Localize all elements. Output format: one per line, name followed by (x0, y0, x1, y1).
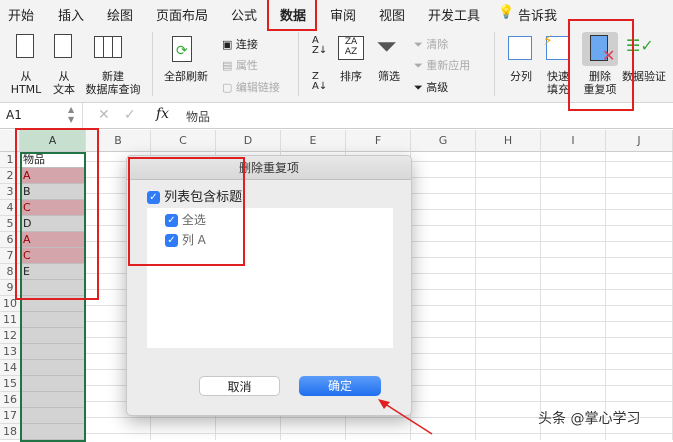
column-header-F[interactable]: F (346, 130, 411, 152)
properties-button[interactable]: ▤ 属性 (222, 57, 258, 73)
name-box-stepper[interactable]: ▲ ▼ (68, 105, 74, 125)
reapply-icon: ⏷ (414, 59, 427, 72)
sort-descending-button[interactable]: Z A↓ (312, 72, 327, 92)
column-header-I[interactable]: I (541, 130, 606, 152)
clear-filter-icon: ⏷ (414, 38, 427, 51)
clear-button[interactable]: ⏷ 清除 (414, 36, 448, 52)
column-header-J[interactable]: J (606, 130, 673, 152)
edit-links-icon: ▢ (222, 81, 236, 94)
lightbulb-icon: 💡 (498, 5, 515, 20)
highlight-column-a (15, 128, 99, 300)
text-to-columns-button[interactable]: 分列 (506, 70, 536, 83)
from-text-button[interactable]: 从文本 (44, 70, 84, 96)
tab-review[interactable]: 审阅 (330, 5, 356, 24)
name-box[interactable]: A1 (6, 108, 22, 122)
row-header-17[interactable]: 17 (0, 408, 20, 424)
label: 新建 (102, 70, 124, 83)
column-header-G[interactable]: G (411, 130, 476, 152)
label: 编辑链接 (235, 81, 280, 94)
highlight-remove-duplicates (568, 19, 634, 111)
sort-icon: ZA AZ (338, 36, 364, 60)
confirm-icon[interactable]: ✓ (124, 107, 136, 123)
divider (298, 32, 299, 96)
divider (152, 32, 153, 96)
tab-page-layout[interactable]: 页面布局 (156, 5, 208, 24)
row-header-15[interactable]: 15 (0, 376, 20, 392)
label: 属性 (235, 59, 258, 72)
new-query-button[interactable]: 新建 数据库查询 (84, 70, 142, 96)
html-file-icon (16, 34, 34, 58)
refresh-icon: ⟳ (172, 36, 192, 62)
column-header-H[interactable]: H (476, 130, 541, 152)
connections-button[interactable]: ▣ 连接 (222, 36, 258, 52)
fx-icon[interactable]: fx (156, 106, 169, 122)
advanced-filter-icon: ⏷ (414, 81, 427, 94)
gridline (475, 152, 476, 440)
column-header-C[interactable]: C (151, 130, 216, 152)
label: 清除 (426, 38, 449, 51)
divider (494, 32, 495, 96)
sort-button[interactable]: 排序 (336, 70, 366, 83)
divider (82, 103, 83, 129)
sort-ascending-button[interactable]: A Z↓ (312, 36, 327, 56)
row-header-13[interactable]: 13 (0, 344, 20, 360)
tab-view[interactable]: 视图 (379, 5, 405, 24)
refresh-all-button[interactable]: 全部刷新 (160, 70, 212, 83)
tab-insert[interactable]: 插入 (58, 5, 84, 24)
tab-home[interactable]: 开始 (8, 5, 34, 24)
row-header-16[interactable]: 16 (0, 392, 20, 408)
tab-developer[interactable]: 开发工具 (428, 5, 480, 24)
tab-formulas[interactable]: 公式 (231, 5, 257, 24)
label: 数据库查询 (85, 83, 141, 96)
database-query-icon (94, 36, 122, 58)
label: 从 (58, 70, 70, 83)
gridline (605, 152, 606, 440)
formula-input[interactable]: 物品 (186, 108, 210, 125)
from-html-button[interactable]: 从 HTML (6, 70, 46, 96)
red-arrow-icon (378, 399, 433, 435)
highlight-data-tab (267, 0, 317, 31)
label: 连接 (235, 38, 258, 51)
cancel-button[interactable]: 取消 (199, 376, 280, 396)
label: 从 (20, 70, 32, 83)
properties-icon: ▤ (222, 59, 236, 72)
label: 重新应用 (426, 59, 471, 72)
edit-links-button[interactable]: ▢ 编辑链接 (222, 79, 280, 95)
row-header-11[interactable]: 11 (0, 312, 20, 328)
text-file-icon (54, 34, 72, 58)
filter-icon: ⏷ (376, 32, 397, 62)
ok-button[interactable]: 确定 (299, 376, 381, 396)
connections-icon: ▣ (222, 38, 236, 51)
cancel-icon[interactable]: ✕ (98, 107, 110, 123)
label: 文本 (53, 83, 75, 96)
label: 高级 (426, 81, 449, 94)
highlight-dialog-options (128, 157, 245, 266)
filter-button[interactable]: 筛选 (374, 70, 404, 83)
tab-tell-me[interactable]: 告诉我 (518, 5, 557, 24)
row-header-12[interactable]: 12 (0, 328, 20, 344)
reapply-button[interactable]: ⏷ 重新应用 (414, 57, 470, 73)
column-header-D[interactable]: D (216, 130, 281, 152)
row-header-18[interactable]: 18 (0, 424, 20, 440)
label: HTML (10, 83, 42, 96)
text-to-columns-icon (508, 36, 532, 60)
watermark: 头条 @掌心学习 (538, 411, 641, 427)
advanced-button[interactable]: ⏷ 高级 (414, 79, 448, 95)
column-header-E[interactable]: E (281, 130, 346, 152)
gridline (540, 152, 541, 440)
row-header-14[interactable]: 14 (0, 360, 20, 376)
flash-fill-icon: ⚡ (543, 33, 570, 60)
tab-draw[interactable]: 绘图 (107, 5, 133, 24)
